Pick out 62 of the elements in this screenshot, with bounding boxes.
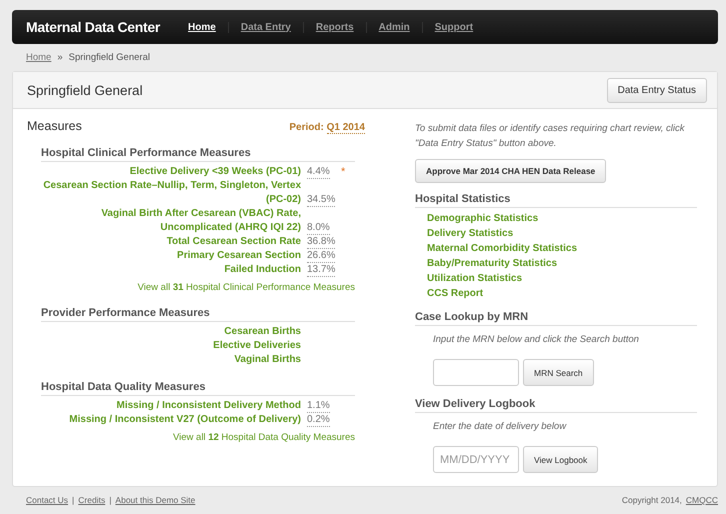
mrn-input-field[interactable] (433, 359, 519, 386)
date-input-field[interactable]: MM/DD/YYYY (433, 446, 519, 473)
measure-link[interactable]: Failed Induction (41, 263, 307, 277)
intro-text: To submit data files or identify cases requiring chart review, click "Data Entry Status" button above. (415, 122, 686, 151)
statistics-link[interactable]: Maternal Comorbidity Statistics (427, 241, 697, 256)
breadcrumb-link[interactable]: Home (26, 52, 52, 63)
footer-link[interactable]: Credits (78, 495, 106, 505)
measure-value[interactable]: 26.6% (307, 250, 336, 263)
breadcrumb-current: Springfield General (68, 52, 150, 63)
nav-link[interactable]: Reports (302, 22, 366, 32)
section-title: View Delivery Logbook (415, 398, 697, 413)
approve-release-button[interactable]: Approve Mar 2014 CHA HEN Data Release (415, 159, 606, 183)
nav-link[interactable]: Home (176, 22, 228, 32)
measure-value[interactable]: 8.0% (307, 222, 330, 235)
statistics-link[interactable]: Demographic Statistics (427, 211, 697, 226)
measure-link[interactable]: Primary Cesarean Section (41, 249, 307, 263)
measure-link[interactable]: Vaginal Birth After Cesarean (VBAC) Rate, Uncomplicated (AHRQ IQI 22) (41, 207, 307, 235)
measure-link[interactable]: Elective Deliveries (41, 339, 307, 353)
brand-title[interactable]: Maternal Data Center (26, 19, 160, 35)
period-label: Period: Q1 2014 (289, 122, 365, 133)
section-title: Hospital Statistics (415, 193, 697, 208)
statistics-link[interactable]: CCS Report (427, 286, 697, 301)
measure-link[interactable]: Total Cesarean Section Rate (41, 235, 307, 249)
section-title: Case Lookup by MRN (415, 311, 697, 326)
measure-value[interactable]: 36.8% (307, 236, 336, 249)
hint-text: Enter the date of delivery below (432, 420, 568, 432)
group-title: Hospital Clinical Performance Measures (41, 147, 355, 162)
group-title: Hospital Data Quality Measures (41, 381, 355, 396)
view-all-link[interactable]: View all 12 Hospital Data Quality Measures (41, 432, 355, 443)
statistics-link[interactable]: Delivery Statistics (427, 226, 697, 241)
measure-link[interactable]: Missing / Inconsistent V27 (Outcome of Delivery) (41, 413, 307, 427)
statistics-link[interactable]: Baby/Prematurity Statistics (427, 256, 697, 271)
panel-title: Springfield General (27, 82, 143, 98)
note-mark: * (341, 165, 346, 179)
nav-link[interactable]: Support (422, 22, 486, 32)
hint-text: Input the MRN below and click the Search button (432, 333, 640, 345)
footer-separator: | (72, 495, 74, 505)
measures-title: Measures (27, 119, 82, 133)
breadcrumb-separator: » (57, 52, 63, 63)
data-entry-status-button[interactable]: Data Entry Status (606, 78, 707, 102)
measure-link[interactable]: Cesarean Section Rate–Nullip, Term, Singleton, Vertex (PC-02) (41, 179, 307, 207)
copyright-text: Copyright 2014, (622, 495, 682, 505)
view-all-link[interactable]: View all 31 Hospital Clinical Performance Measures (41, 282, 355, 293)
measure-link[interactable]: Elective Delivery <39 Weeks (PC-01) (41, 165, 307, 179)
group-title: Provider Performance Measures (41, 307, 355, 322)
measure-value[interactable]: 4.4% (307, 166, 330, 179)
footer-separator: | (109, 495, 112, 505)
measure-value[interactable]: 0.2% (307, 414, 330, 427)
footer-link[interactable]: About this Demo Site (115, 495, 196, 505)
nav-link[interactable]: Data Entry (228, 22, 303, 32)
copyright-link[interactable]: CMQCC (686, 495, 718, 505)
measure-link[interactable]: Vaginal Births (41, 353, 307, 367)
measure-value[interactable]: 13.7% (307, 264, 336, 277)
statistics-link[interactable]: Utilization Statistics (427, 271, 697, 286)
measure-value[interactable]: 1.1% (307, 400, 330, 413)
mrn-search-button[interactable]: MRN Search (523, 359, 594, 386)
nav-link[interactable]: Admin (366, 22, 422, 32)
measure-link[interactable]: Missing / Inconsistent Delivery Method (41, 399, 307, 413)
view-logbook-button[interactable]: View Logbook (523, 446, 598, 473)
footer-link[interactable]: Contact Us (26, 495, 68, 505)
measure-link[interactable]: Cesarean Births (41, 325, 307, 339)
measure-value[interactable]: 34.5% (307, 194, 336, 207)
